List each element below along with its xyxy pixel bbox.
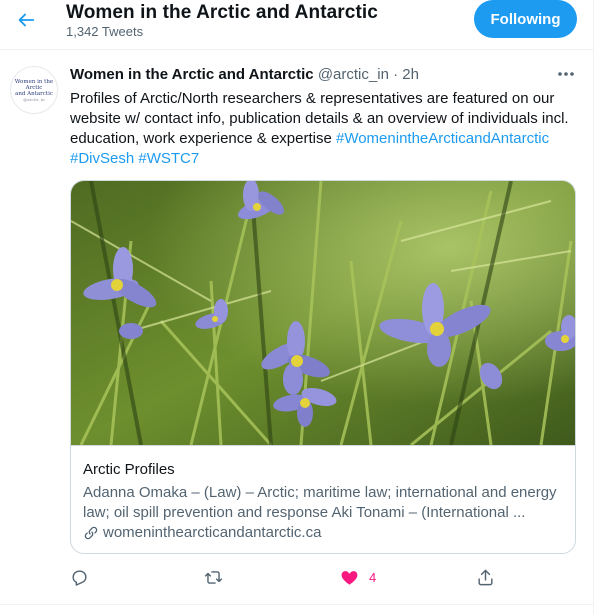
share-button[interactable] [476,566,495,588]
following-button[interactable]: Following [474,0,577,38]
avatar[interactable]: Women in the Arctic and Antarctic @arcti… [10,66,58,114]
card-image-flowers [71,181,575,445]
card-title: Arctic Profiles [83,461,175,478]
heart-icon [341,570,358,585]
reply-button[interactable] [70,566,89,588]
avatar-line-3: @arctic_in [23,96,45,102]
card-description: Adanna Omaka – (Law) – Arctic; maritime … [83,483,567,523]
card-divider [71,445,575,446]
more-dots-icon [558,72,574,76]
column-border [593,0,594,614]
link-card[interactable]: Arctic Profiles Adanna Omaka – (Law) – A… [70,180,576,554]
card-description-line: law; oil spill prevention and response A… [83,504,526,521]
tweet-text-line: website w/ contact info, publication det… [70,110,569,127]
hashtag-link[interactable]: #DivSesh [70,150,134,167]
reply-icon [72,569,87,586]
tweet-header: Women in the Arctic and Antarctic @arcti… [70,66,419,83]
more-options-button[interactable] [552,64,580,84]
card-link-url[interactable]: womeninthearcticandantarctic.ca [103,524,321,541]
card-link[interactable]: womeninthearcticandantarctic.ca [83,524,321,541]
back-button[interactable] [12,6,40,34]
profile-header: Women in the Arctic and Antarctic 1,342 … [0,0,593,44]
divider [0,49,593,50]
card-description-line: Adanna Omaka – (Law) – Arctic; maritime … [83,484,557,501]
avatar-line-1: Women in the Arctic [14,78,54,91]
tweet-text: Profiles of Arctic/North researchers & r… [70,89,575,169]
like-button[interactable]: 4 [340,566,376,588]
back-arrow-icon [18,13,35,27]
like-count: 4 [369,569,377,585]
tweet-time[interactable]: 2h [402,66,419,83]
tweet-text-line: education, work experience & expertise #… [70,129,575,149]
divider [0,604,593,605]
retweet-icon [204,570,223,584]
page-title: Women in the Arctic and Antarctic [66,2,378,23]
author-handle[interactable]: @arctic_in [318,66,389,83]
tweet-text-fragment: education, work experience & expertise [70,130,336,147]
hashtag-link[interactable]: #WSTC7 [138,150,199,167]
author-name[interactable]: Women in the Arctic and Antarctic [70,66,314,83]
tweet-count: 1,342 Tweets [66,24,144,39]
share-icon [478,569,493,585]
retweet-button[interactable] [203,566,224,588]
tweet-actions: 4 [0,566,593,590]
separator-dot: · [393,66,399,83]
tweet-text-line: #DivSesh #WSTC7 [70,149,575,169]
link-icon [84,526,98,539]
hashtag-link[interactable]: #WomenintheArcticandAntarctic [336,130,549,147]
tweet-text-line: Profiles of Arctic/North researchers & r… [70,90,555,107]
